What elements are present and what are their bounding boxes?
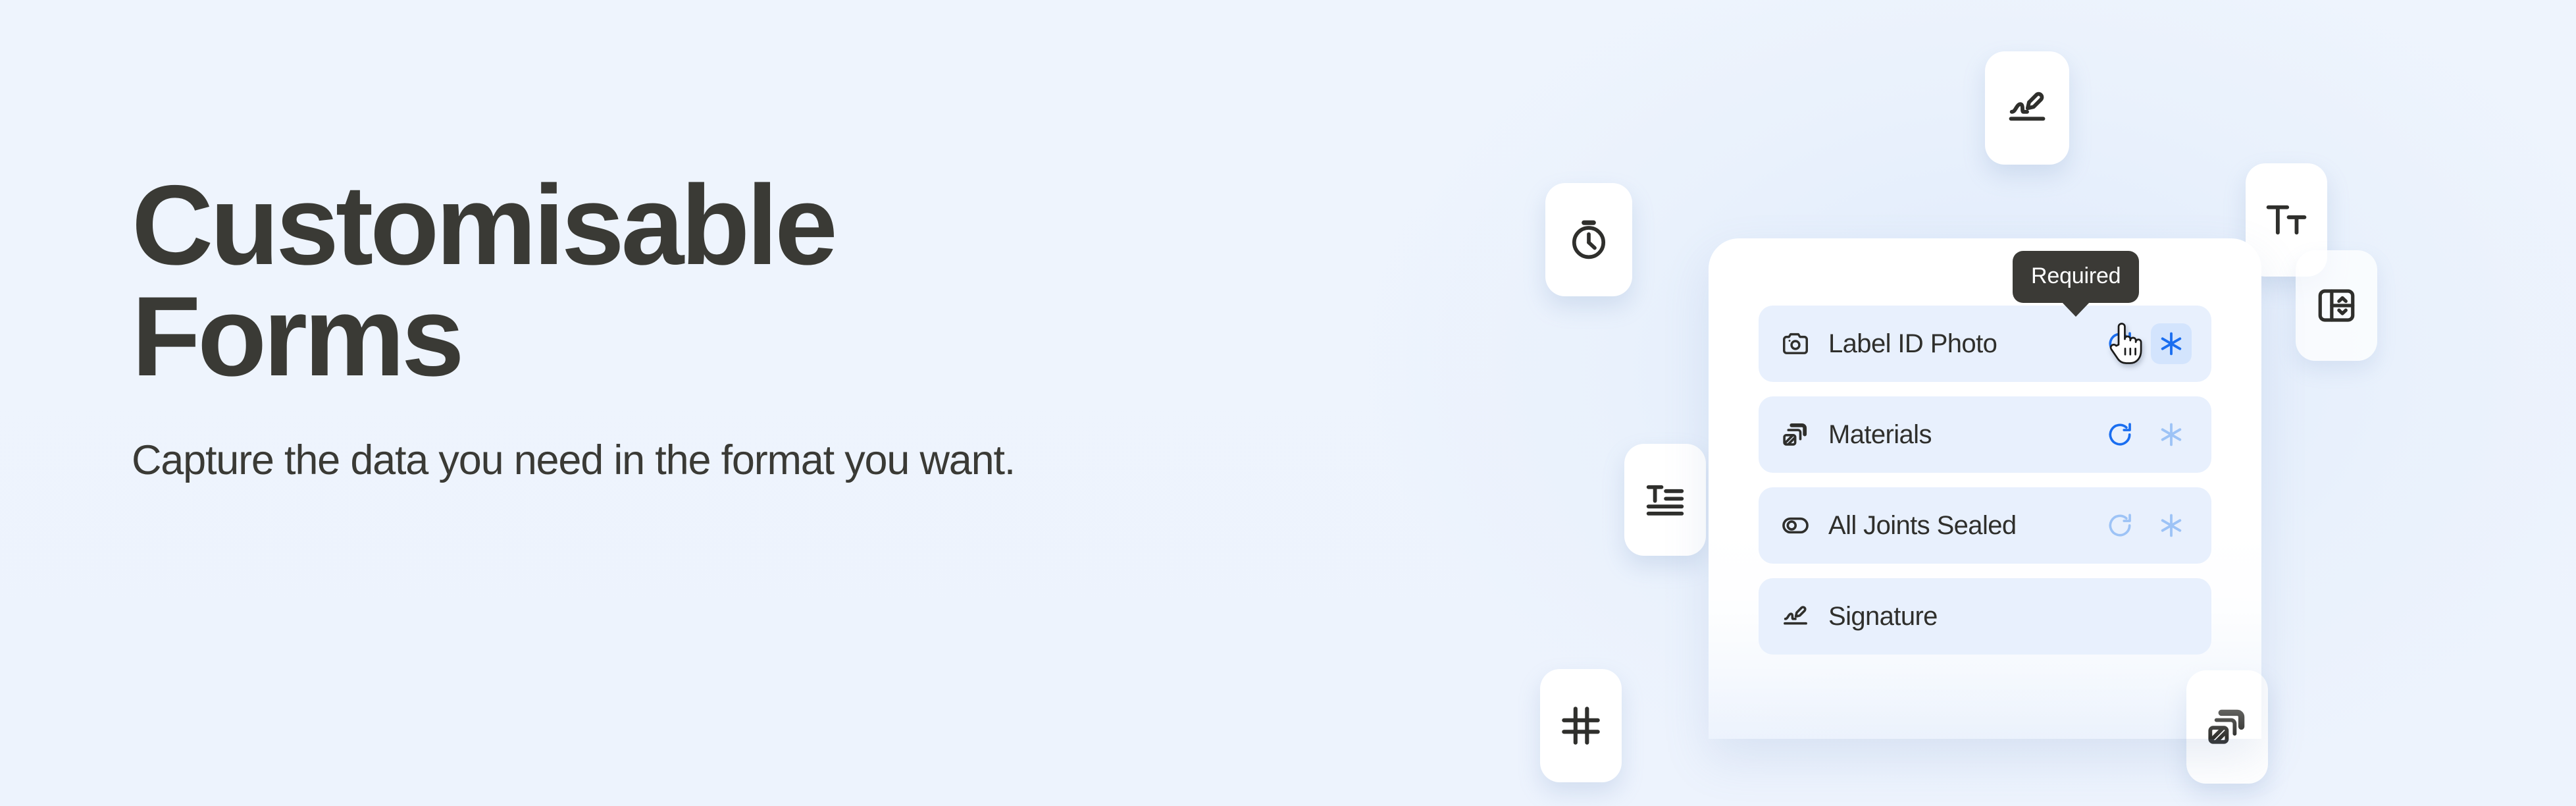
number-icon [1558,703,1604,749]
required-tooltip-label: Required [2031,263,2121,288]
form-row[interactable]: Materials [1759,396,2211,473]
camera-icon [1780,328,1811,360]
text-paragraph-icon-badge [1624,444,1706,556]
signature-icon [2004,85,2050,131]
form-row-label: All Joints Sealed [1828,510,2017,540]
stopwatch-icon [1565,216,1612,263]
tooltip-arrow [2061,302,2091,317]
required-tooltip: Required [2013,251,2140,317]
form-row-label: Signature [1828,601,1938,631]
hero-copy: Customisable Forms Capture the data you … [132,162,1382,485]
stopwatch-icon-badge [1545,183,1632,296]
toggle-icon [1780,510,1811,541]
form-row-actions [2099,505,2192,546]
required-asterisk-icon[interactable] [2151,414,2192,455]
stepper-icon [2315,284,2358,327]
hero-section: Customisable Forms Capture the data you … [0,0,2576,806]
required-asterisk-icon[interactable] [2151,323,2192,364]
signature-icon [1780,601,1811,632]
forms-illustration: Label ID Photo Materials All Joints Seal… [1448,0,2576,806]
signature-icon-badge [1985,51,2069,165]
page-subtitle: Capture the data you need in the format … [132,437,1016,484]
repeat-icon[interactable] [2099,505,2140,546]
multi-select-icon [1780,419,1811,450]
form-card: Label ID Photo Materials All Joints Seal… [1709,238,2261,739]
required-asterisk-icon[interactable] [2151,505,2192,546]
text-size-icon [2263,197,2309,243]
pointing-hand-cursor [2106,320,2144,369]
number-icon-badge [1540,669,1622,782]
form-row[interactable]: Signature [1759,578,2211,655]
page-title: Customisable Forms [132,162,838,400]
text-paragraph-icon [1643,478,1687,522]
form-row-label: Label ID Photo [1828,329,1997,358]
form-row[interactable]: All Joints Sealed [1759,487,2211,564]
stepper-icon-badge [2296,250,2377,361]
repeat-icon[interactable] [2099,414,2140,455]
form-row-actions [2099,414,2192,455]
form-row-label: Materials [1828,419,1932,449]
